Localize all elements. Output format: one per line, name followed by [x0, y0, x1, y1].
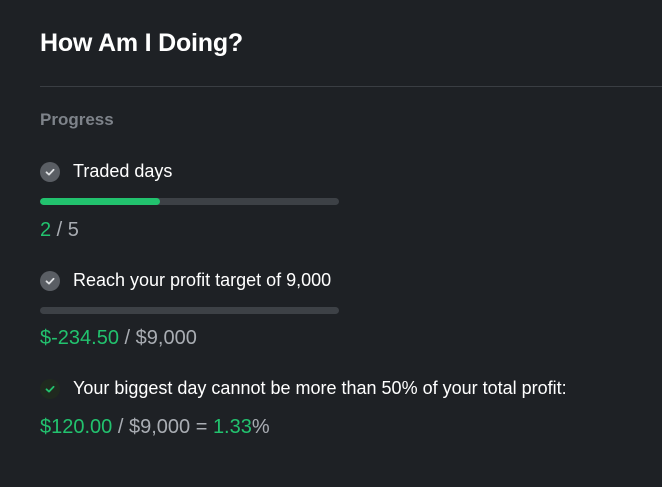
traded-days-target: 5 — [67, 219, 79, 241]
biggest-day-amount: $120.00 — [40, 416, 113, 438]
traded-days-label: Traded days — [73, 161, 173, 181]
biggest-day-percent-sign: % — [251, 416, 270, 438]
profit-current: $-234.50 — [40, 327, 119, 349]
traded-days-current: 2 — [40, 219, 52, 241]
traded-days-progress-fill — [40, 198, 160, 205]
progress-section-label: Progress — [40, 110, 114, 129]
header-divider — [40, 86, 662, 87]
profit-target-value: $-234.50 / $9,000 — [40, 327, 197, 350]
biggest-day-value: $120.00 / $9,000 = 1.33% — [40, 416, 270, 439]
traded-days-separator: / — [51, 219, 68, 241]
traded-days-row: Traded days — [40, 161, 172, 182]
profit-separator: / — [118, 327, 136, 349]
traded-days-progress-bar — [40, 198, 339, 205]
profit-target-label: Reach your profit target of 9,000 — [73, 270, 332, 290]
profit-target-row: Reach your profit target of 9,000 — [40, 270, 331, 291]
check-circle-icon — [40, 378, 60, 399]
biggest-day-separator: / — [112, 416, 129, 438]
page-title: How Am I Doing? — [40, 29, 243, 57]
biggest-day-percent: 1.33 — [212, 416, 252, 438]
profit-target-progress-bar — [40, 307, 339, 314]
traded-days-value: 2 / 5 — [40, 219, 79, 242]
check-circle-icon — [40, 161, 60, 182]
check-circle-icon — [40, 270, 60, 291]
biggest-day-total: $9,000 — [128, 416, 191, 438]
biggest-day-label: Your biggest day cannot be more than 50%… — [73, 378, 567, 398]
profit-target-amount: $9,000 — [135, 327, 197, 349]
progress-page: How Am I Doing? Progress Traded days 2 /… — [0, 0, 662, 487]
biggest-day-row: Your biggest day cannot be more than 50%… — [40, 378, 567, 399]
biggest-day-equals: = — [190, 416, 213, 438]
